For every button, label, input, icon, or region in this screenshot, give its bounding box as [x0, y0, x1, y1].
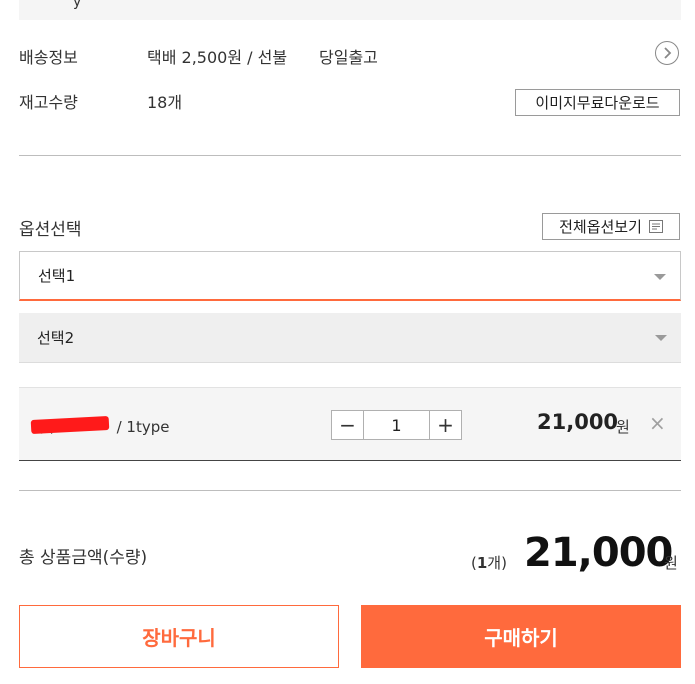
divider — [19, 155, 681, 156]
option-select-1-value: 선택1 — [38, 267, 76, 285]
buy-button-label: 구매하기 — [484, 626, 558, 650]
total-price: 21,000 — [524, 530, 673, 576]
stock-value: 18개 — [147, 93, 183, 112]
option-select-2-value: 선택2 — [37, 329, 75, 347]
caret-down-icon — [655, 335, 667, 341]
list-icon — [648, 220, 663, 233]
total-quantity: (1개) — [471, 552, 507, 573]
shipping-value: 택배 2,500원 / 선불 — [147, 48, 288, 67]
options-label: 옵션선택 — [19, 220, 82, 240]
cart-button-label: 장바구니 — [142, 626, 216, 650]
shipping-more-button[interactable] — [655, 41, 679, 65]
add-to-cart-button[interactable]: 장바구니 — [19, 605, 339, 668]
same-day-shipping: 당일출고 — [319, 48, 378, 67]
total-qty-number: 1 — [476, 554, 488, 572]
view-all-options-label: 전체옵션보기 — [559, 218, 642, 236]
top-strip: y — [19, 0, 681, 20]
plus-icon: + — [437, 413, 454, 437]
option-select-1[interactable]: 선택1 — [19, 251, 681, 301]
decrease-quantity-button[interactable]: − — [332, 411, 363, 439]
item-price: 21,000 — [537, 410, 619, 434]
increase-quantity-button[interactable]: + — [430, 411, 461, 439]
shipping-label: 배송정보 — [19, 48, 78, 67]
image-download-label: 이미지무료다운로드 — [535, 94, 660, 112]
total-qty-rest: 개) — [487, 554, 507, 572]
quantity-stepper: − 1 + — [331, 410, 462, 440]
item-name-suffix: / 1type — [116, 418, 170, 436]
chevron-right-icon — [664, 47, 672, 59]
buy-now-button[interactable]: 구매하기 — [361, 605, 681, 668]
option-select-2[interactable]: 선택2 — [19, 313, 681, 363]
item-currency: 원 — [616, 418, 630, 436]
cutoff-text: y — [73, 0, 82, 10]
divider — [19, 490, 681, 491]
view-all-options-button[interactable]: 전체옵션보기 — [542, 213, 680, 240]
quantity-input[interactable]: 1 — [363, 411, 430, 439]
stock-label: 재고수량 — [19, 93, 78, 112]
minus-icon: − — [339, 413, 356, 437]
remove-item-button[interactable]: × — [649, 411, 666, 435]
caret-down-icon — [654, 274, 666, 280]
image-download-button[interactable]: 이미지무료다운로드 — [515, 89, 680, 116]
total-currency: 원 — [664, 554, 678, 572]
selected-item-row: 마우/ 1type − 1 + 21,000 원 × — [19, 387, 681, 461]
total-label: 총 상품금액(수량) — [19, 548, 148, 568]
